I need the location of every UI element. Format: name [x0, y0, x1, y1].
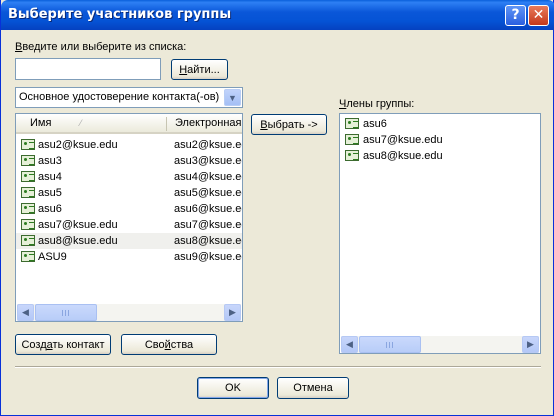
- member-name: asu6: [363, 118, 387, 130]
- scroll-right-icon[interactable]: ▶: [224, 304, 241, 321]
- select-button[interactable]: Выбрать ->: [251, 114, 327, 135]
- contact-name: ASU9: [38, 251, 67, 263]
- scroll-right-icon[interactable]: ▶: [522, 336, 539, 353]
- contact-card-icon: [21, 203, 35, 214]
- contact-card-icon: [21, 219, 35, 230]
- ok-button[interactable]: OK: [197, 377, 269, 399]
- dialog-title: Выберите участников группы: [8, 7, 232, 22]
- column-email[interactable]: Электронная: [175, 117, 242, 129]
- contact-row[interactable]: asu4 asu4@ksue.edu: [16, 169, 242, 185]
- contact-row[interactable]: asu7@ksue.edu asu7@ksue.edu: [16, 217, 242, 233]
- contact-name: asu4: [38, 171, 62, 183]
- contact-card-icon: [21, 251, 35, 262]
- members-label: Члены группы:: [339, 98, 415, 110]
- column-divider[interactable]: [166, 117, 167, 131]
- members-horizontal-scrollbar[interactable]: ◀ ▶: [341, 336, 539, 353]
- address-book-select[interactable]: Основное удостоверение контакта(-ов) ▼: [15, 87, 243, 108]
- contact-email: asu3@ksue.edu: [174, 155, 242, 167]
- contacts-list-header: Имя ⁄ Электронная: [16, 114, 242, 134]
- properties-button[interactable]: Свойства: [121, 334, 217, 355]
- member-item[interactable]: asu6: [340, 116, 540, 132]
- contact-email: asu2@ksue.edu: [174, 139, 242, 151]
- contact-name: asu2@ksue.edu: [38, 139, 118, 151]
- members-list[interactable]: asu6 asu7@ksue.edu asu8@ksue.edu ◀ ▶: [339, 113, 541, 354]
- create-contact-button[interactable]: Создать контакт: [15, 334, 111, 355]
- contact-name: asu7@ksue.edu: [38, 219, 118, 231]
- contact-name: asu3: [38, 155, 62, 167]
- member-name: asu8@ksue.edu: [363, 150, 443, 162]
- scroll-thumb[interactable]: [35, 304, 97, 321]
- contact-email: asu5@ksue.edu: [174, 187, 242, 199]
- find-button[interactable]: Найти...: [171, 59, 228, 80]
- contact-card-icon: [21, 187, 35, 198]
- scroll-left-icon[interactable]: ◀: [17, 304, 34, 321]
- title-bar[interactable]: Выберите участников группы ? ✕: [1, 0, 554, 30]
- search-label: Введите или выберите из списка:: [15, 41, 187, 53]
- column-name[interactable]: Имя: [30, 117, 51, 129]
- contact-name: asu8@ksue.edu: [38, 235, 118, 247]
- sort-arrow-icon: ⁄: [80, 118, 82, 128]
- contact-email: asu9@ksue.edu: [174, 251, 242, 263]
- search-input[interactable]: [15, 58, 161, 80]
- contact-row[interactable]: asu5 asu5@ksue.edu: [16, 185, 242, 201]
- divider: [15, 366, 541, 368]
- contact-email: asu4@ksue.edu: [174, 171, 242, 183]
- contact-row[interactable]: asu8@ksue.edu asu8@ksue.edu: [16, 233, 242, 249]
- contact-row[interactable]: ASU9 asu9@ksue.edu: [16, 249, 242, 265]
- contact-card-icon: [345, 150, 359, 161]
- contact-card-icon: [21, 139, 35, 150]
- member-item[interactable]: asu8@ksue.edu: [340, 148, 540, 164]
- address-book-value: Основное удостоверение контакта(-ов): [19, 91, 220, 103]
- contact-email: asu8@ksue.edu: [174, 235, 242, 247]
- contact-row[interactable]: asu3 asu3@ksue.edu: [16, 153, 242, 169]
- scroll-left-icon[interactable]: ◀: [341, 336, 358, 353]
- scroll-thumb[interactable]: [359, 336, 421, 353]
- contact-card-icon: [21, 155, 35, 166]
- help-button[interactable]: ?: [505, 5, 526, 26]
- contacts-list[interactable]: Имя ⁄ Электронная asu2@ksue.edu asu2@ksu…: [15, 113, 243, 322]
- cancel-button[interactable]: Отмена: [277, 377, 349, 399]
- contact-name: asu6: [38, 203, 62, 215]
- contact-card-icon: [21, 235, 35, 246]
- contact-email: asu7@ksue.edu: [174, 219, 242, 231]
- contact-card-icon: [21, 171, 35, 182]
- member-item[interactable]: asu7@ksue.edu: [340, 132, 540, 148]
- contacts-horizontal-scrollbar[interactable]: ◀ ▶: [17, 304, 241, 321]
- chevron-down-icon[interactable]: ▼: [224, 89, 241, 106]
- contact-card-icon: [345, 118, 359, 129]
- dialog-window: Выберите участников группы ? ✕ Введите и…: [0, 0, 554, 416]
- member-name: asu7@ksue.edu: [363, 134, 443, 146]
- contact-row[interactable]: asu2@ksue.edu asu2@ksue.edu: [16, 137, 242, 153]
- close-button[interactable]: ✕: [528, 5, 549, 26]
- contact-row[interactable]: asu6 asu6@ksue.edu: [16, 201, 242, 217]
- contact-email: asu6@ksue.edu: [174, 203, 242, 215]
- contact-card-icon: [345, 134, 359, 145]
- contact-name: asu5: [38, 187, 62, 199]
